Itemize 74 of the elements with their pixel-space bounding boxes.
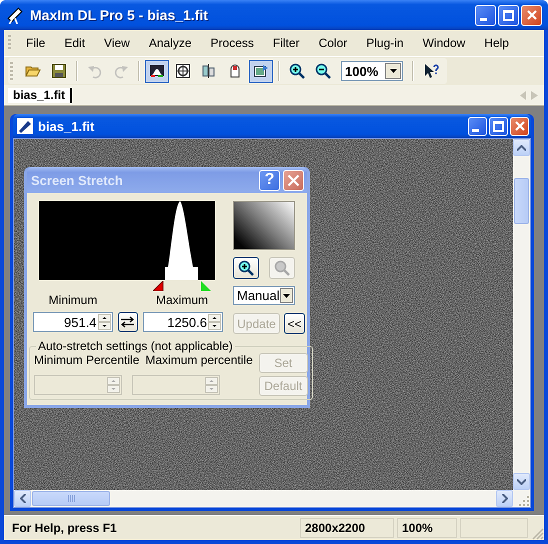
maximize-button[interactable]	[498, 4, 519, 26]
grip-icon	[68, 495, 74, 502]
maximum-label: Maximum	[154, 293, 209, 309]
document-tab[interactable]: bias_1.fit	[8, 88, 72, 102]
child-window-title: bias_1.fit	[38, 118, 96, 134]
minimize-button[interactable]	[475, 4, 496, 26]
menu-item[interactable]: Filter	[266, 34, 307, 52]
vertical-scrollbar[interactable]	[513, 139, 530, 490]
caret-icon	[390, 69, 396, 73]
maximize-icon	[503, 10, 514, 20]
toolbar-button[interactable]	[145, 60, 169, 82]
scroll-right-icon	[531, 90, 538, 100]
swap-button[interactable]	[118, 312, 138, 332]
menu-item[interactable]: Analyze	[142, 34, 199, 52]
toolbar-button[interactable]	[249, 60, 273, 82]
spin-arrows-icon	[98, 314, 111, 330]
zoom-out-icon	[274, 260, 290, 276]
crosshair-icon	[175, 63, 191, 79]
scroll-left-icon	[520, 90, 527, 100]
preview-swatch	[233, 201, 295, 250]
group-title: Auto-stretch settings (not applicable)	[37, 339, 234, 353]
minimum-field[interactable]: 951.4	[33, 312, 113, 332]
horizontal-scrollbar[interactable]	[14, 490, 513, 507]
close-icon	[514, 121, 524, 131]
zoom-dropdown[interactable]: 100%	[341, 61, 403, 81]
dialog-title: Screen Stretch	[31, 172, 124, 188]
redo-icon	[113, 63, 129, 79]
maximize-icon	[493, 120, 504, 132]
resize-grip-icon	[518, 495, 530, 507]
maximum-field[interactable]: 1250.6	[143, 312, 223, 332]
caret-icon	[282, 294, 290, 298]
menu-item[interactable]: Process	[204, 34, 261, 52]
scroll-thumb[interactable]	[514, 178, 529, 224]
menu-item[interactable]: Edit	[57, 34, 92, 52]
help-button[interactable]: ?	[259, 170, 280, 190]
maximum-percentile-label: Maximum percentile	[145, 353, 253, 367]
close-icon	[287, 174, 300, 186]
histogram-icon	[149, 63, 165, 79]
menu-item[interactable]: File	[19, 34, 52, 52]
zoom-in-icon	[238, 260, 254, 276]
menu-item[interactable]: View	[97, 34, 137, 52]
image-window-icon	[253, 63, 269, 79]
close-icon	[526, 10, 536, 20]
compare-icon	[201, 63, 217, 79]
zoom-in-icon	[289, 63, 305, 79]
resize-grip-icon	[531, 527, 544, 540]
maximize-button[interactable]	[489, 116, 508, 136]
window-title: MaxIm DL Pro 5 - bias_1.fit	[30, 7, 209, 23]
image-size: 2800x2200	[300, 518, 394, 538]
menu-item[interactable]: Help	[477, 34, 516, 52]
zoom-out-icon	[315, 63, 331, 79]
zoom-level: 100%	[397, 518, 457, 538]
scroll-thumb[interactable]	[32, 491, 110, 506]
spin-arrows-icon	[208, 314, 221, 330]
close-button[interactable]	[283, 170, 304, 190]
close-button[interactable]	[521, 4, 542, 26]
help-pointer-icon	[423, 63, 439, 79]
spin-arrows-icon	[205, 377, 218, 393]
menu-item[interactable]: Plug-in	[359, 34, 411, 52]
swap-arrows-icon	[120, 316, 136, 328]
minimize-icon	[472, 128, 479, 132]
close-button[interactable]	[510, 116, 529, 136]
undo-icon	[87, 63, 103, 79]
minimum-percentile-label: Minimum Percentile	[34, 353, 140, 367]
menu-item[interactable]: Color	[312, 34, 354, 52]
minimize-button[interactable]	[468, 116, 487, 136]
zoom-in-button[interactable]	[233, 257, 259, 279]
minimize-icon	[480, 18, 487, 20]
minimum-label: Minimum	[48, 293, 98, 309]
menu-item[interactable]: Window	[416, 34, 472, 52]
spin-arrows-icon	[107, 377, 120, 393]
collapse-button[interactable]: <<	[284, 313, 305, 334]
mode-dropdown[interactable]: Manual	[233, 286, 295, 305]
status-message: For Help, press F1	[11, 520, 118, 537]
